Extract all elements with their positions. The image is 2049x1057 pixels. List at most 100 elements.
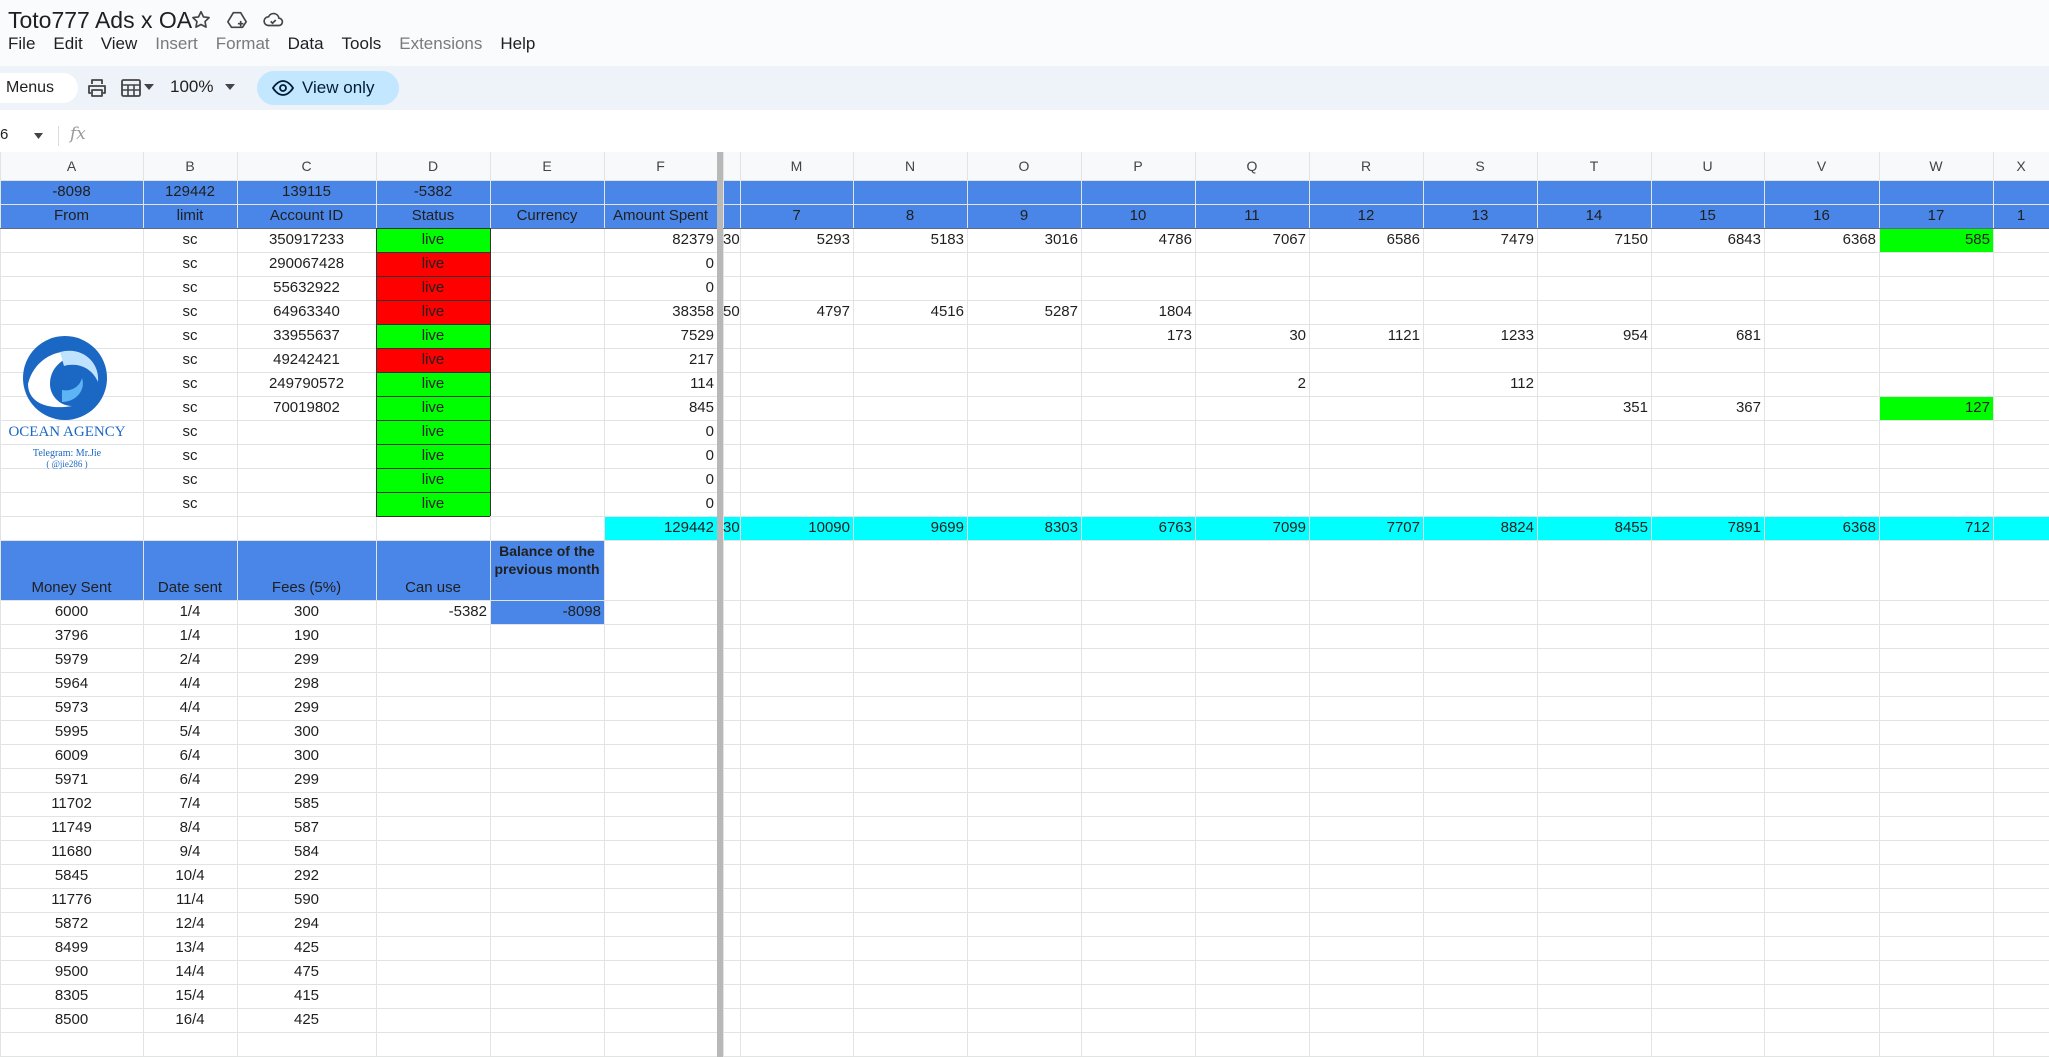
money-sent-cell[interactable]: 5872: [0, 912, 143, 936]
limit-cell[interactable]: sc: [143, 324, 237, 348]
day-spend-cell[interactable]: [1537, 372, 1651, 396]
day-spend-cell[interactable]: 1121: [1309, 324, 1423, 348]
move-to-drive-icon[interactable]: [226, 9, 248, 31]
day-spend-cell[interactable]: [1651, 348, 1764, 372]
money-sent-cell[interactable]: 5971: [0, 768, 143, 792]
day-spend-cell[interactable]: [853, 372, 967, 396]
header-cell[interactable]: Amount Spent: [604, 204, 717, 228]
total-day-cell[interactable]: 10090: [740, 516, 853, 540]
limit-cell[interactable]: sc: [143, 444, 237, 468]
frozen-column-divider[interactable]: [717, 152, 723, 1057]
day-spend-cell[interactable]: [740, 396, 853, 420]
day-spend-cell[interactable]: [1651, 468, 1764, 492]
sheet-grid[interactable]: A B C D E F M N O P Q R S T U V W X -8098 129442 139115 -5382…: [0, 152, 2049, 1057]
total-day-cell[interactable]: 7891: [1651, 516, 1764, 540]
day-spend-cell[interactable]: 1804: [1081, 300, 1195, 324]
can-use-cell[interactable]: -5382: [376, 600, 490, 624]
money-sent-cell[interactable]: 6009: [0, 744, 143, 768]
total-day-cell[interactable]: 9699: [853, 516, 967, 540]
date-sent-cell[interactable]: 11/4: [143, 888, 237, 912]
money-sent-cell[interactable]: 11749: [0, 816, 143, 840]
day-spend-cell[interactable]: [1764, 372, 1879, 396]
day-spend-cell[interactable]: 4786: [1081, 228, 1195, 252]
amount-spent-cell[interactable]: 0: [604, 468, 717, 492]
day-spend-cell[interactable]: [1309, 300, 1423, 324]
day-header-cell[interactable]: 15: [1651, 204, 1764, 228]
status-cell[interactable]: live: [376, 492, 490, 516]
header-cell[interactable]: From: [0, 204, 143, 228]
day-spend-cell[interactable]: [1309, 396, 1423, 420]
limit-cell[interactable]: sc: [143, 468, 237, 492]
header-cell[interactable]: Account ID: [237, 204, 376, 228]
amount-spent-cell[interactable]: 7529: [604, 324, 717, 348]
amount-spent-cell[interactable]: 0: [604, 252, 717, 276]
day-spend-cell[interactable]: [1764, 444, 1879, 468]
status-cell[interactable]: live: [376, 420, 490, 444]
day-spend-cell[interactable]: [1423, 252, 1537, 276]
money-sent-cell[interactable]: 5845: [0, 864, 143, 888]
partial-cell[interactable]: [723, 276, 740, 300]
day-spend-cell[interactable]: [1879, 468, 1993, 492]
money-sent-cell[interactable]: 5964: [0, 672, 143, 696]
day-spend-cell[interactable]: [1195, 276, 1309, 300]
account-id-cell[interactable]: 33955637: [237, 324, 376, 348]
day-spend-cell[interactable]: [1764, 348, 1879, 372]
account-id-cell[interactable]: 70019802: [237, 396, 376, 420]
day-spend-cell[interactable]: [1423, 468, 1537, 492]
day-spend-cell[interactable]: [967, 420, 1081, 444]
day-spend-cell[interactable]: [1081, 276, 1195, 300]
menu-edit[interactable]: Edit: [44, 33, 91, 57]
day-spend-cell[interactable]: 7067: [1195, 228, 1309, 252]
day-spend-cell[interactable]: [1195, 348, 1309, 372]
money-sent-cell[interactable]: 6000: [0, 600, 143, 624]
fees-cell[interactable]: 292: [237, 864, 376, 888]
column-header-m[interactable]: M: [740, 152, 853, 180]
day-spend-cell[interactable]: [1309, 276, 1423, 300]
fees-cell[interactable]: 300: [237, 720, 376, 744]
day-spend-cell[interactable]: [1879, 348, 1993, 372]
day-spend-cell[interactable]: [1651, 276, 1764, 300]
day-spend-cell[interactable]: [1195, 252, 1309, 276]
amount-spent-cell[interactable]: 0: [604, 492, 717, 516]
amount-spent-cell[interactable]: 82379: [604, 228, 717, 252]
header-cell[interactable]: Status: [376, 204, 490, 228]
day-spend-cell[interactable]: [967, 468, 1081, 492]
day-spend-cell[interactable]: [1309, 420, 1423, 444]
account-id-cell[interactable]: 55632922: [237, 276, 376, 300]
status-cell[interactable]: live: [376, 348, 490, 372]
limit-cell[interactable]: sc: [143, 300, 237, 324]
status-cell[interactable]: live: [376, 444, 490, 468]
status-cell[interactable]: live: [376, 468, 490, 492]
payments-header-cell[interactable]: Can use: [376, 540, 490, 600]
day-spend-cell[interactable]: 3016: [967, 228, 1081, 252]
day-header-cell[interactable]: 10: [1081, 204, 1195, 228]
day-spend-cell[interactable]: [1423, 396, 1537, 420]
summary-cell[interactable]: -8098: [0, 180, 143, 204]
column-header-d[interactable]: D: [376, 152, 490, 180]
status-cell[interactable]: live: [376, 396, 490, 420]
day-spend-cell[interactable]: 954: [1537, 324, 1651, 348]
partial-cell[interactable]: [723, 372, 740, 396]
date-sent-cell[interactable]: 12/4: [143, 912, 237, 936]
day-spend-cell[interactable]: 6843: [1651, 228, 1764, 252]
day-spend-cell[interactable]: [1764, 492, 1879, 516]
date-sent-cell[interactable]: 5/4: [143, 720, 237, 744]
day-spend-cell[interactable]: [967, 396, 1081, 420]
partial-cell[interactable]: [723, 252, 740, 276]
fees-cell[interactable]: 425: [237, 1008, 376, 1032]
day-spend-cell[interactable]: [1309, 252, 1423, 276]
day-spend-cell[interactable]: [967, 492, 1081, 516]
total-spent-cell[interactable]: 129442: [604, 516, 717, 540]
name-box-chevron-down-icon[interactable]: [33, 132, 44, 140]
account-id-cell[interactable]: [237, 492, 376, 516]
day-spend-cell[interactable]: [740, 252, 853, 276]
fees-cell[interactable]: 585: [237, 792, 376, 816]
account-id-cell[interactable]: [237, 468, 376, 492]
zoom-chevron-down-icon[interactable]: [224, 82, 236, 92]
limit-cell[interactable]: sc: [143, 420, 237, 444]
day-spend-cell[interactable]: [740, 492, 853, 516]
day-header-cell[interactable]: 7: [740, 204, 853, 228]
day-spend-cell[interactable]: [1537, 300, 1651, 324]
day-spend-cell[interactable]: [740, 372, 853, 396]
day-spend-cell[interactable]: 5183: [853, 228, 967, 252]
